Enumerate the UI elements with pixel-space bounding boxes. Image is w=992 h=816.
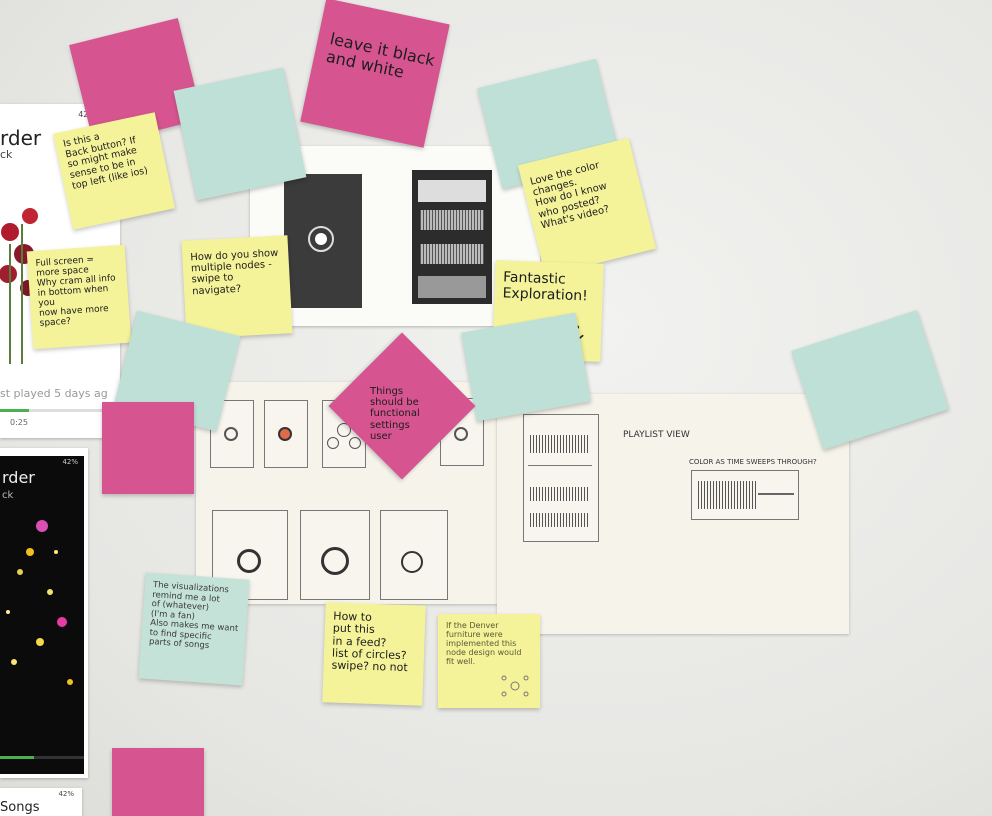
phone-printout-middle: 42% rder ck	[0, 448, 88, 778]
playlist-view-label: PLAYLIST VIEW	[623, 430, 690, 440]
pink-note-black-white: leave it black and white	[300, 0, 450, 148]
note-text: Love the color changes. How do I know wh…	[529, 159, 611, 232]
note-text: How do you show multiple nodes - swipe t…	[190, 247, 279, 297]
waveform-sketch-frame	[691, 470, 799, 520]
pink-note-left-edge	[102, 402, 194, 494]
sketch-frame-2	[264, 400, 308, 468]
note-text: leave it black and white	[324, 29, 437, 82]
songs-title: Songs	[0, 800, 40, 815]
mint-note-visualizations: The visualizations remind me a lot of (w…	[138, 572, 250, 686]
note-text: Fantastic Exploration!	[502, 269, 589, 305]
yellow-note-multiple-nodes: How do you show multiple nodes - swipe t…	[181, 235, 293, 339]
particle-visualization	[6, 520, 73, 685]
playlist-sketch-frame	[523, 414, 599, 542]
waveform-mockup-screen	[412, 170, 492, 304]
node-doodle	[501, 675, 529, 697]
dark-mockup-screen	[284, 174, 362, 308]
dark-screen: 42% rder ck	[0, 456, 84, 774]
color-sweep-caption: COLOR AS TIME SWEEPS THROUGH?	[689, 458, 817, 466]
note-text: Full screen = more space Why cram all in…	[35, 254, 116, 330]
app-title: rder	[0, 126, 42, 150]
progress-fill	[0, 756, 34, 759]
progress-bar	[0, 756, 84, 759]
yellow-note-feed: How to put this in a feed? list of circl…	[322, 602, 426, 706]
note-text: How to put this in a feed? list of circl…	[331, 609, 408, 675]
sketch-sheet-playlist: PLAYLIST VIEW COLOR AS TIME SWEEPS THROU…	[497, 394, 849, 634]
mint-note-top	[173, 67, 307, 201]
note-text: Things should be functional settings use…	[369, 385, 420, 442]
app-subtitle: ck	[0, 148, 13, 161]
status-battery: 42%	[58, 790, 74, 798]
sketch-frame-6	[300, 510, 370, 600]
app-subtitle: ck	[2, 490, 14, 501]
sketch-frame-7	[380, 510, 448, 600]
note-text: The visualizations remind me a lot of (w…	[148, 580, 239, 652]
record-node-circle	[308, 226, 334, 252]
yellow-note-denver: If the Denver furniture were implemented…	[438, 614, 540, 708]
note-text: If the Denver furniture were implemented…	[446, 621, 522, 666]
yellow-note-fullscreen: Full screen = more space Why cram all in…	[26, 244, 132, 350]
progress-bar	[0, 409, 110, 412]
last-played-text: st played 5 days ag	[0, 387, 108, 400]
pink-note-bottom	[112, 748, 204, 816]
note-text: Is this a Back button? If so might make …	[62, 131, 149, 192]
progress-fill	[0, 409, 29, 412]
status-battery: 42%	[62, 458, 78, 466]
elapsed-time: 0:25	[10, 418, 28, 427]
app-title: rder	[2, 468, 35, 487]
phone-printout-bottom: 42% Songs	[0, 788, 82, 816]
